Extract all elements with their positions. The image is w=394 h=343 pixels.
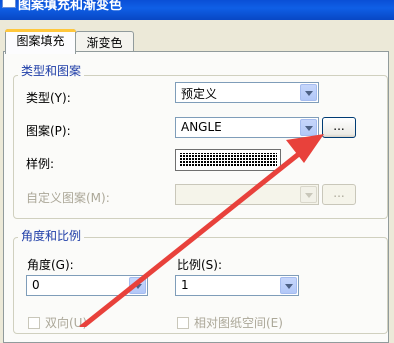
angle-scale-group-title: 角度和比例: [18, 227, 85, 244]
window-title: 图案填充和渐变色: [18, 0, 123, 13]
type-label: 类型(Y):: [26, 91, 71, 105]
scale-select[interactable]: 1: [175, 275, 299, 296]
title-bar: 图案填充和渐变色: [0, 0, 394, 20]
type-select-value: 预定义: [181, 87, 218, 101]
chevron-down-icon[interactable]: [280, 277, 297, 294]
tab-hatch[interactable]: 图案填充: [5, 29, 76, 54]
pattern-browse-button[interactable]: ...: [322, 117, 356, 138]
double-label: 双向(U): [45, 316, 88, 330]
swatch-label: 样例:: [26, 157, 55, 171]
app-icon: [2, 0, 16, 8]
pattern-label: 图案(P):: [26, 124, 71, 138]
chevron-down-icon[interactable]: [300, 186, 317, 203]
relative-paper-checkbox[interactable]: [177, 317, 189, 329]
scale-label: 比例(S):: [177, 258, 223, 272]
chevron-down-icon[interactable]: [300, 119, 317, 136]
chevron-down-icon[interactable]: [129, 277, 146, 294]
pattern-select-value: ANGLE: [181, 120, 222, 134]
custom-pattern-label: 自定义图案(M):: [26, 191, 110, 205]
angle-select[interactable]: 0: [26, 275, 148, 296]
scale-select-value: 1: [181, 278, 189, 292]
chevron-down-icon[interactable]: [300, 84, 317, 101]
angle-label: 角度(G):: [27, 258, 74, 272]
custom-pattern-select[interactable]: [175, 184, 319, 205]
pattern-select[interactable]: ANGLE: [175, 117, 319, 138]
angle-select-value: 0: [32, 278, 40, 292]
relative-paper-label: 相对图纸空间(E): [194, 316, 283, 330]
type-select[interactable]: 预定义: [175, 82, 319, 103]
custom-pattern-browse-button[interactable]: ...: [322, 184, 356, 205]
double-checkbox[interactable]: [28, 317, 40, 329]
type-pattern-group-title: 类型和图案: [18, 62, 85, 79]
pattern-swatch[interactable]: [175, 149, 281, 171]
